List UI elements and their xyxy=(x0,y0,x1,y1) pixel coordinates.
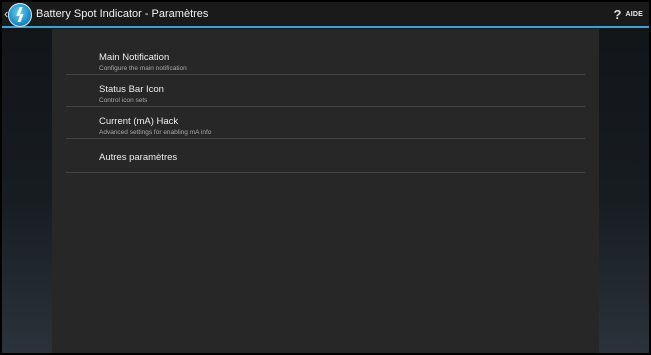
setting-title: Current (mA) Hack xyxy=(99,116,179,127)
help-label: AIDE xyxy=(625,10,643,18)
help-button[interactable]: ? AIDE xyxy=(614,2,643,26)
setting-title: Status Bar Icon xyxy=(99,84,164,95)
setting-current-hack[interactable]: Current (mA) Hack Advanced settings for … xyxy=(66,107,585,139)
setting-other-settings[interactable]: Autres paramètres xyxy=(66,139,585,173)
help-icon: ? xyxy=(613,6,622,22)
setting-main-notification[interactable]: Main Notification Configure the main not… xyxy=(66,43,585,75)
setting-summary: Configure the main notification xyxy=(99,65,187,72)
setting-title: Main Notification xyxy=(99,52,170,63)
setting-title: Autres paramètres xyxy=(99,152,178,163)
settings-list: Main Notification Configure the main not… xyxy=(66,43,585,173)
setting-summary: Control icon sets xyxy=(99,97,148,104)
setting-status-bar-icon[interactable]: Status Bar Icon Control icon sets xyxy=(66,75,585,107)
battery-app-icon[interactable] xyxy=(8,3,32,27)
setting-summary: Advanced settings for enabling mA info xyxy=(99,129,212,136)
settings-panel: Main Notification Configure the main not… xyxy=(52,29,599,353)
page-title: Battery Spot Indicator - Paramètres xyxy=(36,8,209,20)
app-window: ‹ Battery Spot Indicator - Paramètres ? … xyxy=(2,2,649,353)
action-bar: ‹ Battery Spot Indicator - Paramètres ? … xyxy=(2,2,649,28)
